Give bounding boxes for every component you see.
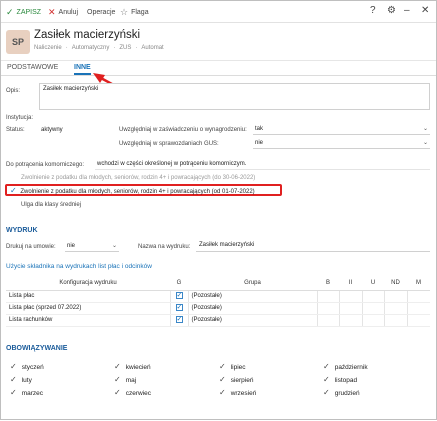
column-header: U — [362, 277, 384, 291]
checkmark-icon: ✓ — [114, 388, 121, 397]
drukuj-select[interactable]: nie ⌄ — [65, 242, 119, 252]
tab-podstawowe[interactable]: PODSTAWOWE — [7, 64, 58, 71]
toolbar: ✓ ZAPISZ ✕ Anuluj Operacje ☆ Flaga ? ⚙ –… — [1, 1, 436, 23]
checkmark-icon: ✓ — [219, 375, 226, 384]
month-checkbox-luty[interactable]: ✓ luty — [10, 376, 32, 384]
komornicze-label: Do potrącenia komorniczego: — [6, 162, 85, 168]
month-checkbox-pazdziernik[interactable]: ✓ październik — [323, 363, 368, 371]
table-row[interactable]: Lista płac (sprzed 07.2022) (Pozostałe) — [6, 302, 430, 315]
column-header: B — [317, 277, 339, 291]
table-row[interactable]: Lista rachunków (Pozostałe) — [6, 314, 430, 327]
checkmark-icon: ✓ — [10, 186, 17, 195]
ulga-checkbox[interactable]: Ulga dla klasy średniej — [21, 202, 81, 208]
g-checkbox[interactable] — [175, 291, 183, 299]
gus-label: Uwzględniaj w sprawozdaniach GUS: — [119, 141, 219, 147]
checkmark-icon: ✓ — [114, 375, 121, 384]
checkmark-icon: ✓ — [10, 388, 17, 397]
status-value: aktywny — [41, 127, 63, 133]
month-checkbox-maj[interactable]: ✓ maj — [114, 376, 136, 384]
table-row[interactable]: Lista płac (Pozostałe) — [6, 290, 430, 303]
help-icon[interactable]: ? — [370, 5, 376, 17]
column-header: Grupa — [188, 277, 317, 291]
save-icon: ✓ — [6, 6, 14, 17]
wydruk-subtitle: Użycie składnika na wydrukach list płac … — [6, 263, 152, 270]
month-checkbox-lipiec[interactable]: ✓ lipiec — [219, 363, 246, 371]
column-header: G — [170, 277, 188, 291]
month-checkbox-czerwiec[interactable]: ✓ czerwiec — [114, 389, 151, 397]
chevron-down-icon: ⌄ — [422, 126, 428, 132]
column-header: II — [339, 277, 362, 291]
drukuj-label: Drukuj na umowie: — [6, 244, 56, 250]
close-window-icon[interactable]: ✕ — [421, 5, 429, 17]
zwolnienie-old-checkbox[interactable]: Zwolnienie z podatku dla młodych, senior… — [21, 175, 255, 181]
month-checkbox-wrzesien[interactable]: ✓ wrzesień — [219, 389, 256, 397]
table-header: Konfiguracja wydruku G Grupa B II U ND M — [6, 277, 430, 291]
row-name: Lista rachunków — [6, 314, 170, 327]
row-name: Lista płac — [6, 290, 170, 303]
window: ✓ ZAPISZ ✕ Anuluj Operacje ☆ Flaga ? ⚙ –… — [0, 0, 437, 420]
checkmark-icon: ✓ — [10, 375, 17, 384]
month-checkbox-marzec[interactable]: ✓ marzec — [10, 389, 43, 397]
close-icon: ✕ — [48, 6, 56, 17]
nazwa-field[interactable]: Zasiłek macierzyński — [196, 240, 430, 252]
month-checkbox-styczen[interactable]: ✓ styczeń — [10, 363, 44, 371]
cancel-button[interactable]: ✕ Anuluj — [48, 6, 78, 18]
komornicze-select[interactable]: wchodzi w części określonej w potrąceniu… — [95, 160, 430, 170]
operations-button[interactable]: Operacje — [87, 6, 115, 18]
status-label: Status: — [6, 127, 25, 133]
checkmark-icon: ✓ — [10, 362, 17, 371]
checkmark-icon: ✓ — [323, 362, 330, 371]
chevron-down-icon: ⌄ — [422, 140, 428, 146]
tab-bar: PODSTAWOWE INNE — [1, 61, 436, 76]
breadcrumb: Naliczenie · Automatyczny · ZUS · Automa… — [34, 45, 164, 51]
row-name: Lista płac (sprzed 07.2022) — [6, 302, 170, 315]
tab-inne[interactable]: INNE — [74, 64, 91, 75]
flag-button[interactable]: ☆ Flaga — [120, 6, 149, 18]
instytucja-label: Instytucja: — [6, 115, 34, 121]
print-config-table: Konfiguracja wydruku G Grupa B II U ND M… — [6, 277, 430, 327]
month-checkbox-listopad[interactable]: ✓ listopad — [323, 376, 357, 384]
row-grupa[interactable]: (Pozostałe) — [187, 314, 317, 327]
save-button[interactable]: ✓ ZAPISZ — [6, 6, 41, 18]
obowiazywanie-section-title: OBOWIĄZYWANIE — [6, 345, 68, 352]
avatar: SP — [6, 30, 30, 54]
column-header: Konfiguracja wydruku — [6, 277, 170, 291]
month-checkbox-kwiecien[interactable]: ✓ kwiecień — [114, 363, 151, 371]
zwolnienie-new-checkbox[interactable]: ✓ Zwolnienie z podatku dla młodych, seni… — [10, 186, 255, 196]
nazwa-label: Nazwa na wydruku: — [138, 244, 191, 250]
wydruk-section-title: WYDRUK — [6, 227, 38, 234]
checkmark-icon: ✓ — [219, 388, 226, 397]
row-grupa[interactable]: (Pozostałe) — [187, 302, 317, 315]
minimize-icon[interactable]: – — [404, 5, 410, 17]
zaswiadczenie-label: Uwzględniaj w zaświadczeniu o wynagrodze… — [119, 127, 247, 133]
checkmark-icon: ✓ — [323, 375, 330, 384]
g-checkbox[interactable] — [175, 303, 183, 311]
chevron-down-icon: ⌄ — [111, 243, 117, 249]
checkmark-icon: ✓ — [323, 388, 330, 397]
column-header: ND — [384, 277, 407, 291]
checkmark-icon: ✓ — [114, 362, 121, 371]
month-checkbox-grudzien[interactable]: ✓ grudzień — [323, 389, 360, 397]
row-grupa[interactable]: (Pozostałe) — [187, 290, 317, 303]
opis-field[interactable]: Zasiłek macierzyński — [39, 83, 430, 110]
g-checkbox[interactable] — [175, 315, 183, 323]
gear-icon[interactable]: ⚙ — [387, 5, 396, 17]
opis-label: Opis: — [6, 88, 21, 94]
gus-select[interactable]: nie ⌄ — [253, 139, 430, 149]
record-header: SP Zasiłek macierzyński Naliczenie · Aut… — [1, 23, 436, 61]
checkmark-icon: ✓ — [219, 362, 226, 371]
page-title: Zasiłek macierzyński — [34, 29, 141, 41]
column-header: M — [407, 277, 430, 291]
star-icon: ☆ — [120, 6, 129, 17]
zaswiadczenie-select[interactable]: tak ⌄ — [253, 125, 430, 135]
month-checkbox-sierpien[interactable]: ✓ sierpień — [219, 376, 253, 384]
